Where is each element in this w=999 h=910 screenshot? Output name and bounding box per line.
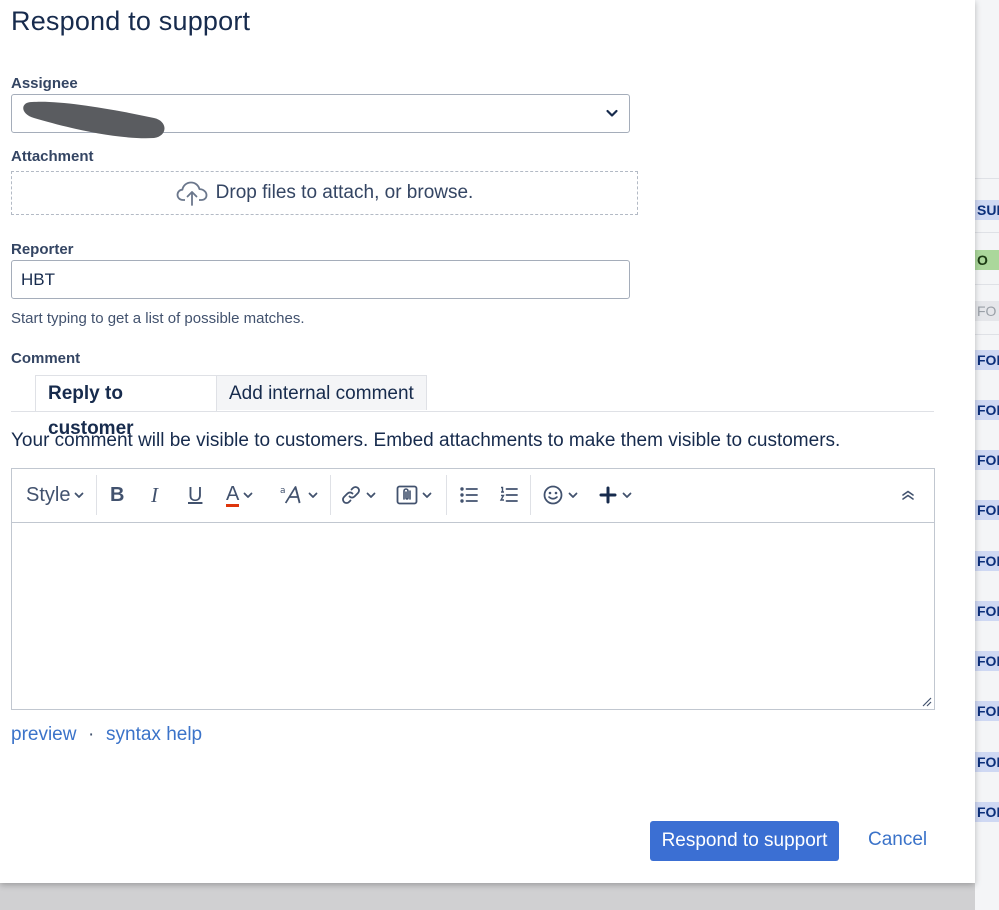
comment-editor: Style B I U A a	[11, 468, 935, 710]
reporter-input[interactable]: HBT	[11, 260, 630, 299]
editor-toolbar: Style B I U A a	[12, 469, 934, 523]
bg-status-lozenge[interactable]: O	[975, 250, 999, 270]
dropzone-text: Drop files to attach, or browse.	[215, 182, 474, 203]
insert-more-dropdown[interactable]	[598, 482, 633, 508]
text-styles-icon: a	[280, 486, 301, 504]
link-icon	[342, 486, 360, 504]
text-color-dropdown[interactable]: A	[226, 482, 254, 508]
chevron-down-icon	[243, 492, 253, 498]
link-separator: ·	[88, 724, 95, 745]
numbered-list-button[interactable]	[498, 482, 520, 508]
background-page: SUP O FO FOR FOR FOR FOR FOR FOR FOR FOR…	[975, 0, 999, 910]
bg-tag: FOR	[975, 701, 999, 721]
toolbar-separator	[530, 475, 531, 515]
more-formatting-dropdown[interactable]: a	[280, 482, 319, 508]
double-chevron-up-icon	[902, 490, 914, 500]
reporter-label: Reporter	[11, 241, 74, 258]
cloud-upload-icon	[176, 181, 208, 206]
chevron-down-icon	[366, 492, 376, 498]
bg-tag: FOR	[975, 350, 999, 370]
bg-tag: FOR	[975, 551, 999, 571]
syntax-help-link[interactable]: syntax help	[106, 724, 202, 746]
style-label: Style	[26, 483, 71, 506]
redaction-mark	[23, 101, 165, 139]
toolbar-separator	[96, 475, 97, 515]
comment-label: Comment	[11, 350, 81, 367]
bg-tag: FOR	[975, 752, 999, 772]
chevron-down-icon	[308, 492, 318, 498]
link-dropdown[interactable]	[340, 482, 377, 508]
respond-dialog: Respond to support Assignee Attachment D…	[0, 0, 975, 883]
bg-divider	[975, 284, 999, 285]
bg-divider	[975, 334, 999, 335]
bold-button[interactable]: B	[110, 482, 124, 508]
italic-button[interactable]: I	[151, 482, 158, 508]
italic-icon: I	[151, 482, 158, 507]
bg-tag: FO	[975, 301, 999, 321]
dialog-title: Respond to support	[11, 6, 251, 36]
bg-tag: FOR	[975, 651, 999, 671]
text-color-icon: A	[226, 482, 240, 507]
bullet-list-button[interactable]	[458, 482, 480, 508]
attachment-label: Attachment	[11, 148, 94, 165]
bg-tag: FOR	[975, 601, 999, 621]
cancel-button[interactable]: Cancel	[868, 829, 927, 851]
chevron-down-icon	[622, 492, 632, 498]
bg-tag: FOR	[975, 802, 999, 822]
emoji-dropdown[interactable]	[542, 482, 579, 508]
bold-icon: B	[110, 483, 125, 506]
tab-reply-to-customer[interactable]: Reply to customer	[35, 375, 217, 439]
respond-to-support-button[interactable]: Respond to support	[650, 821, 839, 861]
chevron-down-icon	[422, 492, 432, 498]
bg-tag: FOR	[975, 400, 999, 420]
reporter-hint: Start typing to get a list of possible m…	[11, 310, 305, 327]
plus-icon	[599, 486, 617, 504]
tab-add-internal-comment[interactable]: Add internal comment	[216, 375, 427, 410]
chevron-down-icon	[75, 492, 84, 498]
emoji-icon	[543, 485, 563, 505]
numbered-list-icon	[499, 486, 518, 502]
bg-divider	[975, 178, 999, 179]
bg-tag: SUP	[975, 200, 999, 220]
resize-handle-icon[interactable]	[920, 695, 932, 707]
toolbar-separator	[446, 475, 447, 515]
bg-tag: FOR	[975, 450, 999, 470]
visibility-note: Your comment will be visible to customer…	[11, 430, 841, 451]
comment-textarea[interactable]	[12, 523, 934, 709]
style-dropdown[interactable]: Style	[26, 482, 85, 508]
underline-button[interactable]: U	[188, 482, 202, 508]
svg-text:a: a	[280, 486, 286, 496]
attachment-dropzone[interactable]: Drop files to attach, or browse.	[11, 171, 638, 215]
bullet-list-icon	[460, 487, 478, 503]
preview-link[interactable]: preview	[11, 724, 76, 746]
chevron-down-icon	[568, 492, 578, 498]
bg-divider	[975, 232, 999, 233]
underline-icon: U	[188, 483, 203, 506]
toolbar-separator	[330, 475, 331, 515]
bg-tag: FOR	[975, 500, 999, 520]
chevron-down-icon	[606, 109, 618, 117]
collapse-toolbar-button[interactable]	[900, 482, 916, 508]
paperclip-icon	[396, 485, 418, 505]
comment-tabs: Reply to customer Add internal comment	[11, 375, 934, 439]
attachment-dropdown[interactable]	[396, 482, 433, 508]
